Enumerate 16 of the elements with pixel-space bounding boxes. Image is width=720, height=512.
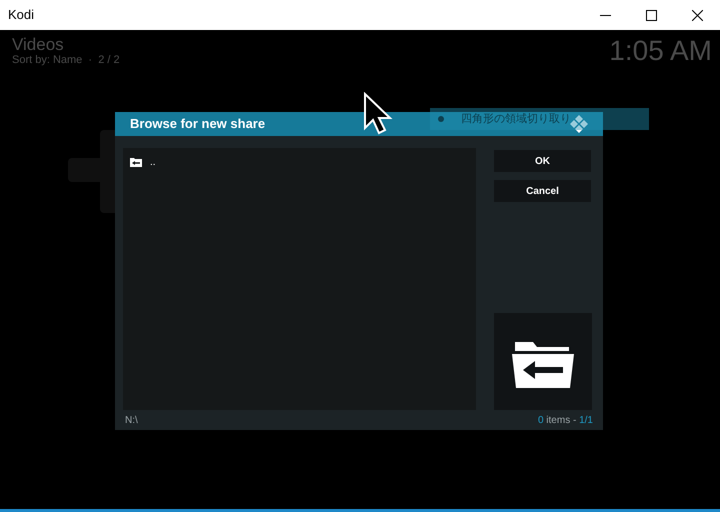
list-item-label: 四角形の領域切り取り	[461, 112, 571, 127]
dialog-title: Browse for new share	[130, 115, 266, 134]
dialog-button[interactable]: Cancel	[494, 180, 591, 202]
kodi-logo-icon	[570, 115, 588, 133]
dialog-button[interactable]: OK	[494, 150, 591, 172]
page-title: Videos	[12, 36, 65, 54]
mouse-cursor-icon	[363, 92, 393, 136]
clock: 1:05 AM	[609, 36, 712, 66]
window-title: Kodi	[8, 6, 34, 24]
sort-label: Sort by: Name · 2 / 2	[12, 54, 120, 66]
file-list-item[interactable]: ..	[123, 154, 476, 170]
close-icon	[692, 10, 702, 20]
folder-back-icon	[130, 157, 142, 167]
maximize-icon	[646, 10, 656, 20]
current-path: N:\	[125, 414, 138, 428]
item-count: 0 items - 1/1	[538, 414, 593, 428]
